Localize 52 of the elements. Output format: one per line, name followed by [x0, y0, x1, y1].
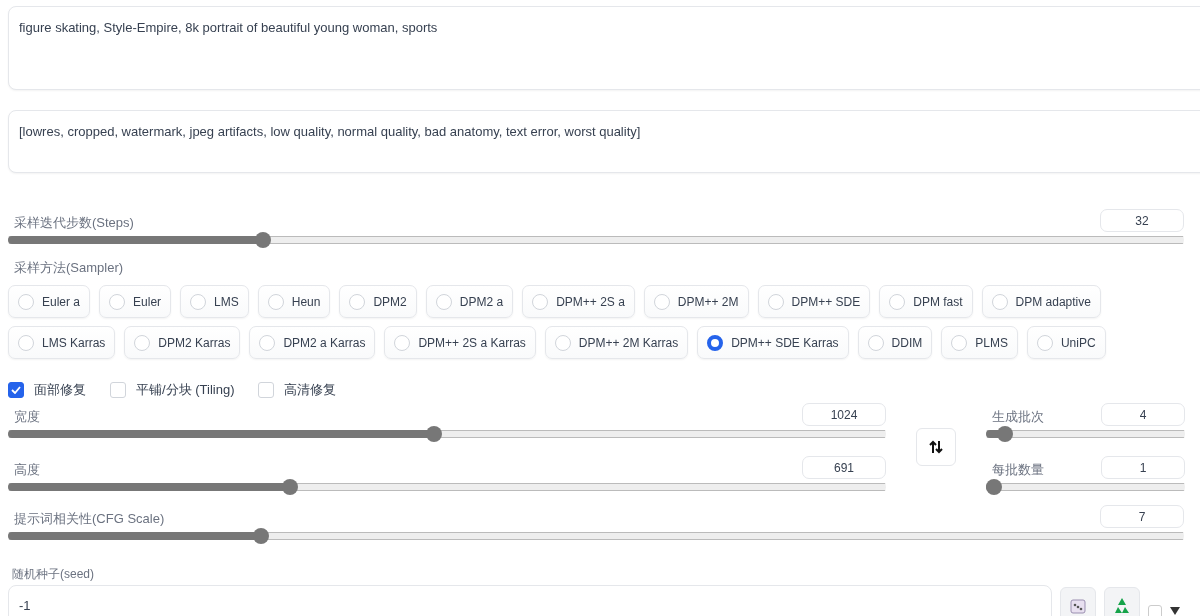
sampler-option[interactable]: DPM fast: [879, 285, 973, 318]
sampler-option[interactable]: DPM2 a Karras: [249, 326, 376, 359]
sampler-option[interactable]: Euler a: [8, 285, 91, 318]
sampler-option[interactable]: DPM2 Karras: [124, 326, 241, 359]
slider-label: 采样迭代步数(Steps): [13, 214, 134, 232]
sampler-option[interactable]: UniPC: [1026, 326, 1106, 359]
seed-field[interactable]: -1: [8, 585, 1052, 616]
slider-thumb[interactable]: [986, 479, 1002, 495]
checkbox-option[interactable]: 平铺/分块 (Tiling): [110, 381, 235, 399]
slider-thumb[interactable]: [426, 426, 443, 442]
checkbox[interactable]: [8, 382, 24, 398]
number-input[interactable]: 1024: [802, 403, 886, 426]
slider-thumb[interactable]: [252, 528, 269, 544]
slider-label: 每批数量: [991, 461, 1044, 479]
sampler-option[interactable]: Heun: [257, 285, 331, 318]
slider-label: 提示词相关性(CFG Scale): [13, 510, 165, 528]
seed-label: 随机种子(seed): [11, 566, 95, 583]
sampler-option[interactable]: Euler: [99, 285, 172, 318]
number-input[interactable]: 4: [1101, 403, 1185, 426]
slider-label: 生成批次: [991, 408, 1044, 426]
sampler-option[interactable]: DPM++ SDE Karras: [697, 326, 849, 359]
sampler-option[interactable]: DPM++ 2M Karras: [544, 326, 689, 359]
sampler-option[interactable]: LMS Karras: [8, 326, 116, 359]
check-icon: [11, 386, 21, 394]
swap-button[interactable]: [916, 428, 956, 466]
sampler-option[interactable]: DPM adaptive: [981, 285, 1101, 318]
sampler-option[interactable]: DPM++ 2S a Karras: [384, 326, 536, 359]
sampler-option[interactable]: DPM++ 2S a: [522, 285, 635, 318]
slider-label: 高度: [13, 461, 40, 479]
number-input[interactable]: 32: [1100, 209, 1184, 232]
sampler-option[interactable]: DPM2 a: [425, 285, 514, 318]
slider-thumb[interactable]: [282, 479, 299, 495]
slider-thumb[interactable]: [996, 426, 1013, 442]
swap-arrows-icon: [929, 440, 943, 454]
dice-icon: [1069, 597, 1087, 615]
number-input[interactable]: 7: [1100, 505, 1184, 528]
negative-prompt-field[interactable]: [lowres, cropped, watermark, jpeg artifacts, low quality, normal quality, bad anatomy, text error, worst quality]: [8, 110, 1200, 173]
sampler-option[interactable]: DDIM: [857, 326, 933, 359]
sampler-option[interactable]: DPM++ 2M: [643, 285, 749, 318]
sampler-label: 采样方法(Sampler): [13, 260, 124, 275]
sampler-option[interactable]: DPM2: [339, 285, 417, 318]
number-input[interactable]: 1: [1101, 456, 1185, 479]
sampler-option[interactable]: LMS: [180, 285, 249, 318]
slider-label: 宽度: [13, 408, 40, 426]
sampler-option[interactable]: PLMS: [941, 326, 1018, 359]
sampler-option[interactable]: DPM++ SDE: [757, 285, 871, 318]
checkbox-option[interactable]: 面部修复: [8, 381, 86, 399]
slider-thumb[interactable]: [255, 232, 272, 248]
checkbox-option[interactable]: 高清修复: [258, 381, 337, 399]
caret-icon[interactable]: [1170, 607, 1180, 615]
prompt-field[interactable]: figure skating, Style-Empire, 8k portrait of beautiful young woman, sports: [8, 6, 1200, 90]
number-input[interactable]: 691: [802, 456, 886, 479]
